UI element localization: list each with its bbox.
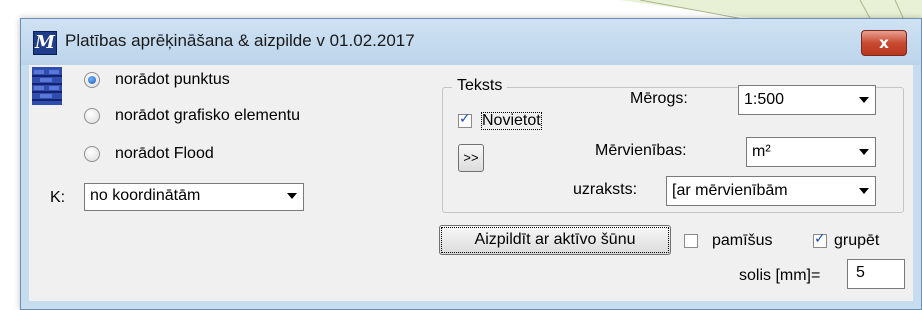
radio-button[interactable] [84,146,100,162]
scale-select-value: 1:500 [744,91,785,108]
k-select-value: no koordinātām [90,187,201,204]
radio-label: norādot grafisko elementu [115,107,300,124]
scale-label: Mērogs: [630,90,688,107]
radio-button[interactable] [84,108,100,124]
app-logo-icon: M [33,31,57,55]
k-label: K: [50,189,66,206]
k-select[interactable]: no koordinātām [84,183,304,211]
scale-select[interactable]: 1:500 [738,85,876,115]
expand-button[interactable]: >> [458,144,484,172]
place-checkbox-row[interactable]: Novietot [458,110,544,132]
chevron-down-icon [287,193,297,199]
place-checkbox[interactable] [458,111,472,128]
place-label: Novietot [479,110,544,132]
units-select[interactable]: m² [746,137,876,167]
fill-active-cell-button[interactable]: Aizpildīt ar aktīvo šūnu [439,225,671,255]
group-checkbox-row[interactable]: grupēt [813,231,880,250]
dialog-window: M Platības aprēķināšana & aizpilde v 01.… [20,18,922,310]
units-label: Mērvienības: [595,142,687,159]
step-label: solis [mm]= [739,267,821,284]
chevron-down-icon [859,188,869,194]
radio-label: norādot Flood [115,145,214,162]
step-input[interactable]: 5 [847,259,905,289]
group-label: grupēt [834,232,880,249]
caption-select-value: [ar mērvienībām [672,182,788,199]
alternate-checkbox-row[interactable]: pamīšus [684,232,772,250]
alternate-checkbox[interactable] [684,234,698,248]
text-group-title: Teksts [452,77,508,95]
radio-option-graphic-element[interactable]: norādot grafisko elementu [84,105,300,127]
title-bar: M Platības aprēķināšana & aizpilde v 01.… [21,19,921,65]
radio-button[interactable] [84,72,100,88]
window-title: Platības aprēķināšana & aizpilde v 01.02… [65,31,415,50]
radio-option-points[interactable]: norādot punktus [84,69,230,91]
radio-option-flood[interactable]: norādot Flood [84,143,214,165]
chevron-down-icon [859,97,869,103]
close-button[interactable]: x [861,30,907,56]
group-checkbox[interactable] [813,231,827,248]
alternate-label: pamīšus [712,232,773,249]
units-select-value: m² [752,143,771,160]
caption-label: uzraksts: [573,181,638,198]
caption-select[interactable]: [ar mērvienībām [666,176,876,206]
hatch-pattern-icon [32,67,62,105]
dialog-body: norādot punktus norādot grafisko element… [29,65,913,301]
radio-label: norādot punktus [115,71,230,88]
chevron-down-icon [859,149,869,155]
